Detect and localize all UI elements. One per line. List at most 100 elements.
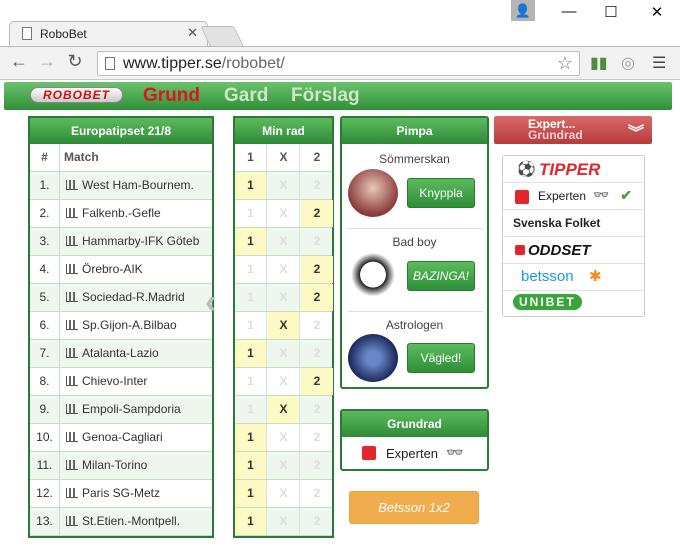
bar-chart-icon[interactable]	[66, 404, 78, 414]
pick-cell-1[interactable]: 1	[235, 508, 267, 535]
match-cell[interactable]: Milan-Torino	[66, 452, 147, 479]
option-experten[interactable]: Experten 👓 ✔	[503, 183, 644, 210]
match-cell[interactable]: Genoa-Cagliari	[66, 424, 163, 451]
match-cell[interactable]: Sp.Gijon-A.Bilbao	[66, 312, 177, 339]
bazinga-button[interactable]: BAZINGA!	[407, 261, 475, 291]
pick-cell-1[interactable]: 1	[235, 452, 267, 479]
pick-cell-x[interactable]: X	[268, 480, 300, 507]
pick-cell-1[interactable]: 1	[235, 284, 267, 311]
nav-grund[interactable]: Grund	[143, 85, 200, 107]
back-icon[interactable]: ←	[8, 51, 30, 72]
pick-cell-1[interactable]: 1	[235, 396, 267, 423]
forward-icon[interactable]: →	[36, 51, 58, 72]
match-cell[interactable]: West Ham-Bournem.	[66, 172, 194, 199]
pick-cell-x[interactable]: X	[268, 312, 300, 339]
pick-cell-1[interactable]: 1	[235, 228, 267, 255]
pick-cell-2[interactable]: 2	[301, 200, 333, 227]
robobet-logo[interactable]: ROBOBET	[30, 87, 123, 103]
bar-chart-icon[interactable]	[66, 292, 78, 302]
pick-cell-x[interactable]: X	[268, 424, 300, 451]
pick-cell-1[interactable]: 1	[235, 424, 267, 451]
pick-cell-2[interactable]: 2	[301, 452, 333, 479]
vagled-button[interactable]: Vägled!	[407, 343, 475, 373]
pick-cell-1[interactable]: 1	[235, 200, 267, 227]
extension-chart-icon[interactable]: ▮▮	[590, 53, 608, 73]
nav-gard[interactable]: Gard	[224, 85, 268, 107]
pick-cell-x[interactable]: X	[268, 508, 300, 535]
pick-cell-x[interactable]: X	[268, 284, 300, 311]
bar-chart-icon[interactable]	[66, 264, 78, 274]
pick-cell-x[interactable]: X	[268, 200, 300, 227]
pick-cell-1[interactable]: 1	[235, 256, 267, 283]
pick-cell-2[interactable]: 2	[301, 480, 333, 507]
match-cell[interactable]: Sociedad-R.Madrid	[66, 284, 185, 311]
option-tipper[interactable]: ⚽ TIPPER	[503, 156, 644, 183]
match-cell[interactable]: Falkenb.-Gefle	[66, 200, 161, 227]
match-cell[interactable]: St.Etien.-Montpell.	[66, 508, 180, 535]
address-bar[interactable]: www.tipper.se/robobet/ ☆	[97, 51, 580, 76]
nav-forslag[interactable]: Förslag	[291, 85, 360, 107]
pick-cell-2[interactable]: 2	[301, 508, 333, 535]
pick-cell-2[interactable]: 2	[301, 340, 333, 367]
menu-icon[interactable]: ☰	[652, 53, 666, 73]
pimpa-panel: Pimpa Sömmerskan Knyppla Bad boy BAZINGA…	[340, 116, 489, 389]
betsson-1x2-button[interactable]: Betsson 1x2	[349, 491, 479, 524]
bar-chart-icon[interactable]	[66, 208, 78, 218]
pick-cell-1[interactable]: 1	[235, 312, 267, 339]
pick-cell-2[interactable]: 2	[301, 368, 333, 395]
option-svenska-folket[interactable]: Svenska Folket	[503, 210, 644, 237]
option-oddset[interactable]: ODDSET	[503, 237, 644, 264]
pick-cell-1[interactable]: 1	[235, 480, 267, 507]
option-betsson[interactable]: betsson ✱	[503, 264, 644, 291]
pick-cell-2[interactable]: 2	[301, 172, 333, 199]
pick-cell-x[interactable]: X	[268, 452, 300, 479]
bar-chart-icon[interactable]	[66, 460, 78, 470]
page-icon	[22, 27, 32, 40]
match-cell[interactable]: Örebro-AIK	[66, 256, 143, 283]
pick-cell-x[interactable]: X	[268, 340, 300, 367]
bar-chart-icon[interactable]	[66, 488, 78, 498]
pick-cell-1[interactable]: 1	[235, 368, 267, 395]
match-cell[interactable]: Atalanta-Lazio	[66, 340, 159, 367]
reload-icon[interactable]: ↻	[64, 51, 86, 72]
collapse-chevron-icon[interactable]: ‹	[205, 283, 216, 322]
bookmark-star-icon[interactable]: ☆	[557, 53, 573, 74]
bar-chart-icon[interactable]	[66, 236, 78, 246]
maximize-icon[interactable]: ☐	[596, 3, 626, 21]
close-tab-icon[interactable]: ✕	[187, 25, 198, 41]
bar-chart-icon[interactable]	[66, 180, 78, 190]
pick-cell-x[interactable]: X	[268, 256, 300, 283]
row-number: 2.	[30, 200, 60, 227]
pick-cell-x[interactable]: X	[268, 368, 300, 395]
match-cell[interactable]: Empoli-Sampdoria	[66, 396, 181, 423]
close-window-icon[interactable]: ✕	[642, 3, 672, 21]
match-cell[interactable]: Chievo-Inter	[66, 368, 147, 395]
pick-cell-1[interactable]: 1	[235, 172, 267, 199]
expert-dropdown[interactable]: Expert... Grundrad ︾	[494, 116, 652, 144]
knyppla-button[interactable]: Knyppla	[407, 178, 475, 208]
match-cell[interactable]: Paris SG-Metz	[66, 480, 160, 507]
pick-cell-x[interactable]: X	[268, 172, 300, 199]
pick-cell-2[interactable]: 2	[301, 256, 333, 283]
pick-cell-2[interactable]: 2	[301, 424, 333, 451]
bar-chart-icon[interactable]	[66, 320, 78, 330]
pick-cell-x[interactable]: X	[268, 228, 300, 255]
pick-cell-1[interactable]: 1	[235, 340, 267, 367]
pick-cell-2[interactable]: 2	[301, 284, 333, 311]
bar-chart-icon[interactable]	[66, 376, 78, 386]
pick-cell-2[interactable]: 2	[301, 228, 333, 255]
bar-chart-icon[interactable]	[66, 348, 78, 358]
option-unibet[interactable]: UNIBET	[503, 291, 644, 318]
match-cell[interactable]: Hammarby-IFK Göteb	[66, 228, 199, 255]
chevron-double-down-icon[interactable]: ︾	[628, 119, 644, 143]
pick-cell-x[interactable]: X	[268, 396, 300, 423]
browser-tab[interactable]: RoboBet ✕	[9, 21, 208, 46]
bar-chart-icon[interactable]	[66, 516, 78, 526]
extension-circle-icon[interactable]: ◎	[621, 53, 635, 73]
profile-icon[interactable]: 👤	[511, 0, 535, 21]
bar-chart-icon[interactable]	[66, 432, 78, 442]
page-info-icon[interactable]	[105, 57, 115, 70]
pick-cell-2[interactable]: 2	[301, 312, 333, 339]
minimize-icon[interactable]: —	[554, 3, 584, 20]
pick-cell-2[interactable]: 2	[301, 396, 333, 423]
